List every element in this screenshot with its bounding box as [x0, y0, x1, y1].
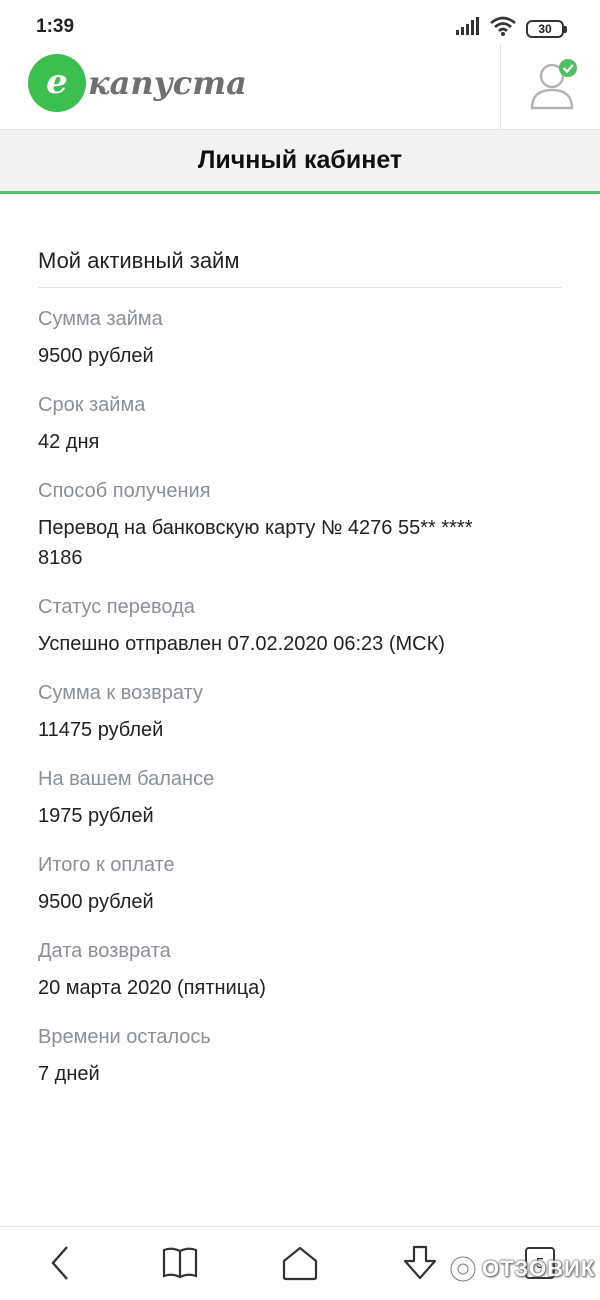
page-title: Личный кабинет	[197, 146, 403, 174]
field-label: Срок займа	[38, 394, 146, 416]
field-label: Дата возврата	[38, 940, 171, 962]
status-icons: 30	[456, 16, 567, 41]
home-button[interactable]	[278, 1241, 322, 1285]
bookmarks-button[interactable]	[158, 1241, 202, 1285]
field-total-due: Итого к оплате 9500 рублей	[38, 851, 562, 917]
field-label: Статус перевода	[38, 596, 195, 618]
field-value: 7 дней	[38, 1063, 100, 1085]
field-label: Итого к оплате	[38, 854, 175, 876]
app-header: e капуста	[0, 44, 600, 130]
logo-badge: e	[28, 54, 86, 112]
wifi-icon	[490, 16, 516, 41]
field-value: Успешно отправлен 07.02.2020 06:23 (МСК)	[38, 633, 445, 655]
svg-text:e: e	[46, 63, 68, 102]
battery-icon: 30	[526, 19, 567, 38]
field-loan-term: Срок займа 42 дня	[38, 391, 562, 457]
profile-button[interactable]	[526, 56, 582, 112]
download-icon	[403, 1245, 437, 1280]
page-title-bar: Личный кабинет	[0, 130, 600, 194]
status-time: 1:39	[36, 16, 75, 37]
field-value: 9500 рублей	[38, 345, 154, 367]
section-title: Мой активный займ	[38, 240, 562, 288]
field-label: Способ получения	[38, 480, 211, 502]
field-return-date: Дата возврата 20 марта 2020 (пятница)	[38, 937, 562, 1003]
field-value: 1975 рублей	[38, 805, 154, 827]
bookmarks-icon	[162, 1247, 198, 1279]
field-return-amount: Сумма к возврату 11475 рублей	[38, 679, 562, 745]
header-divider	[500, 44, 501, 130]
field-time-left: Времени осталось 7 дней	[38, 1023, 562, 1089]
logo[interactable]: e капуста	[28, 54, 247, 112]
back-icon	[51, 1246, 68, 1280]
field-loan-amount: Сумма займа 9500 рублей	[38, 305, 562, 371]
watermark-text: ОТЗОВИК	[482, 1256, 596, 1281]
loan-field-list: Сумма займа 9500 рублей Срок займа 42 дн…	[38, 305, 562, 1089]
field-label: Сумма займа	[38, 308, 163, 330]
watermark: ОТЗОВИК	[448, 1254, 595, 1284]
field-transfer-status: Статус перевода Успешно отправлен 07.02.…	[38, 593, 562, 659]
field-label: Времени осталось	[38, 1026, 211, 1048]
download-button[interactable]	[398, 1241, 442, 1285]
loan-details: Мой активный займ Сумма займа 9500 рубле…	[38, 240, 562, 1109]
signal-icon	[456, 17, 480, 40]
watermark-logo-icon	[449, 1255, 477, 1283]
field-value: 11475 рублей	[38, 719, 164, 741]
field-value: 9500 рублей	[38, 891, 154, 913]
home-icon	[282, 1246, 318, 1281]
logo-text: капуста	[88, 64, 247, 102]
field-label: На вашем балансе	[38, 768, 215, 790]
field-value: 42 дня	[38, 431, 100, 453]
field-balance: На вашем балансе 1975 рублей	[38, 765, 562, 831]
field-value: Перевод на банковскую карту № 4276 55** …	[38, 517, 473, 569]
back-button[interactable]	[38, 1241, 82, 1285]
user-profile-icon	[530, 59, 577, 110]
field-label: Сумма к возврату	[38, 682, 203, 704]
field-receive-method: Способ получения Перевод на банковскую к…	[38, 477, 562, 573]
field-value: 20 марта 2020 (пятница)	[38, 977, 266, 999]
logo-e-icon: e	[46, 63, 68, 102]
